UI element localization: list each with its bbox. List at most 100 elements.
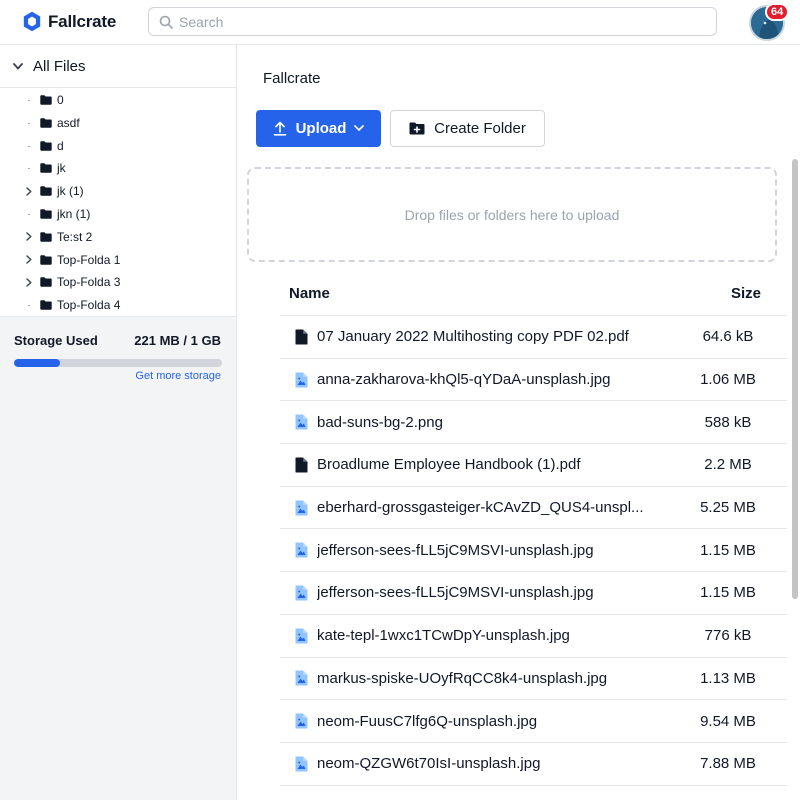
bullet-icon: · (27, 95, 31, 105)
file-name[interactable]: markus-spiske-UOyfRqCC8k4-unsplash.jpg (317, 670, 679, 687)
file-name[interactable]: anna-zakharova-khQl5-qYDaA-unsplash.jpg (317, 371, 679, 388)
chevron-right-icon[interactable] (24, 232, 34, 241)
app-name: Fallcrate (48, 11, 117, 31)
file-size: 5.25 MB (700, 499, 756, 517)
tree-item-label: Top-Folda 1 (57, 252, 121, 267)
tree-item-label: Te:st 2 (57, 229, 93, 244)
tree-item[interactable]: · jkn (1) (24, 204, 91, 224)
chevron-right-icon[interactable] (24, 278, 34, 287)
tree-item-label: Top-Folda 4 (57, 298, 121, 313)
table-row[interactable]: kate-tepl-1wxc1TCwDpY-unsplash.jpg 776 kB (280, 615, 787, 658)
table-row[interactable]: 07 January 2022 Multihosting copy PDF 02… (280, 316, 787, 359)
chevron-right-icon[interactable] (24, 255, 34, 264)
image-file-icon (291, 756, 311, 772)
search-icon (159, 15, 173, 29)
breadcrumb[interactable]: Fallcrate (263, 70, 321, 87)
folder-icon (40, 118, 52, 128)
chevron-down-icon (13, 62, 23, 69)
table-header: Name Size (280, 271, 787, 316)
file-name[interactable]: neom-FuusC7lfg6Q-unsplash.jpg (317, 713, 679, 730)
table-row[interactable]: neom-FuusC7lfg6Q-unsplash.jpg 9.54 MB (280, 700, 787, 743)
file-name[interactable]: neom-QZGW6t70IsI-unsplash.jpg (317, 755, 679, 772)
folder-icon (40, 254, 52, 265)
upload-button[interactable]: Upload (256, 110, 381, 147)
image-file-icon (291, 585, 311, 601)
folder-icon (40, 140, 52, 151)
notification-badge[interactable]: 64 (765, 3, 790, 21)
tree-item[interactable]: · 0 (24, 90, 64, 110)
create-folder-label: Create Folder (434, 120, 526, 137)
tree-item-label: jk (57, 161, 66, 176)
folder-plus-icon (409, 122, 425, 135)
storage-value: 221 MB / 1 GB (134, 333, 221, 348)
file-name[interactable]: jefferson-sees-fLL5jC9MSVI-unsplash.jpg (317, 584, 679, 601)
tree-item[interactable]: jk (1) (24, 181, 84, 201)
folder-icon (40, 163, 52, 174)
table-row[interactable]: jefferson-sees-fLL5jC9MSVI-unsplash.jpg 1… (280, 529, 787, 573)
upload-icon (273, 121, 286, 136)
file-size: 2.2 MB (704, 456, 752, 474)
file-name[interactable]: 07 January 2022 Multihosting copy PDF 02… (317, 328, 679, 345)
tree-item[interactable]: · Top-Folda 4 (24, 295, 121, 315)
image-file-icon (291, 628, 311, 644)
image-file-icon (291, 713, 311, 729)
file-name[interactable]: kate-tepl-1wxc1TCwDpY-unsplash.jpg (317, 627, 679, 644)
table-row[interactable]: bad-suns-bg-2.png 588 kB (280, 401, 787, 445)
table-row[interactable]: markus-spiske-UOyfRqCC8k4-unsplash.jpg 1.… (280, 658, 787, 701)
file-table: Name Size 07 January 2022 Multihosting c… (280, 271, 787, 786)
file-size: 9.54 MB (700, 712, 756, 730)
app-logo[interactable]: Fallcrate (23, 11, 116, 32)
storage-progress-bar (14, 359, 222, 367)
file-size: 1.15 MB (700, 584, 756, 602)
chevron-down-icon (354, 125, 365, 131)
folder-icon (40, 232, 52, 242)
file-size: 588 kB (704, 413, 752, 431)
search-input[interactable] (179, 13, 679, 30)
image-file-icon (291, 372, 311, 388)
storage-title: Storage Used (14, 333, 98, 348)
file-size: 1.15 MB (700, 541, 756, 559)
table-row[interactable]: jefferson-sees-fLL5jC9MSVI-unsplash.jpg 1… (280, 572, 787, 615)
image-file-icon (291, 542, 311, 558)
tree-item[interactable]: · d (24, 136, 64, 156)
tree-item-label: 0 (57, 93, 64, 107)
image-file-icon (291, 500, 311, 516)
file-size: 64.6 kB (702, 328, 754, 346)
file-name[interactable]: Broadlume Employee Handbook (1).pdf (317, 456, 679, 473)
all-files-label: All Files (33, 57, 86, 75)
all-files-toggle[interactable]: All Files (0, 45, 236, 88)
tree-item-label: jk (1) (57, 184, 84, 199)
table-row[interactable]: Broadlume Employee Handbook (1).pdf 2.2 M… (280, 444, 787, 487)
search-box[interactable] (148, 7, 717, 36)
file-name[interactable]: jefferson-sees-fLL5jC9MSVI-unsplash.jpg (317, 542, 679, 559)
table-row[interactable]: eberhard-grossgasteiger-kCAvZD_QUS4-unsp… (280, 487, 787, 530)
column-header-size[interactable]: Size (697, 285, 787, 302)
bullet-icon: · (27, 209, 31, 219)
column-header-name[interactable]: Name (280, 285, 697, 302)
create-folder-button[interactable]: Create Folder (390, 110, 545, 147)
bullet-icon: · (27, 163, 31, 174)
scrollbar[interactable] (790, 155, 800, 800)
pdf-file-icon (291, 329, 311, 345)
table-row[interactable]: neom-QZGW6t70IsI-unsplash.jpg 7.88 MB (280, 743, 787, 786)
tree-item[interactable]: · asdf (24, 113, 80, 133)
tree-item[interactable]: Te:st 2 (24, 227, 92, 247)
tree-item[interactable]: Top-Folda 3 (24, 272, 120, 292)
table-row[interactable]: anna-zakharova-khQl5-qYDaA-unsplash.jpg 1… (280, 359, 787, 402)
file-size: 1.13 MB (700, 669, 756, 687)
get-more-storage-link[interactable]: Get more storage (135, 370, 221, 382)
folder-icon (40, 186, 52, 196)
pdf-file-icon (291, 457, 311, 473)
scrollbar-thumb[interactable] (792, 159, 798, 599)
folder-icon (40, 95, 52, 105)
tree-item-label: jkn (1) (57, 207, 91, 221)
tree-item[interactable]: Top-Folda 1 (24, 250, 120, 270)
folder-icon (40, 300, 52, 310)
file-name[interactable]: eberhard-grossgasteiger-kCAvZD_QUS4-unsp… (317, 499, 679, 516)
storage-progress-fill (14, 359, 60, 367)
upload-dropzone[interactable]: Drop files or folders here to upload (247, 167, 777, 262)
folder-icon (40, 209, 52, 219)
chevron-right-icon[interactable] (24, 186, 34, 196)
file-name[interactable]: bad-suns-bg-2.png (317, 414, 679, 431)
tree-item[interactable]: · jk (24, 158, 66, 178)
